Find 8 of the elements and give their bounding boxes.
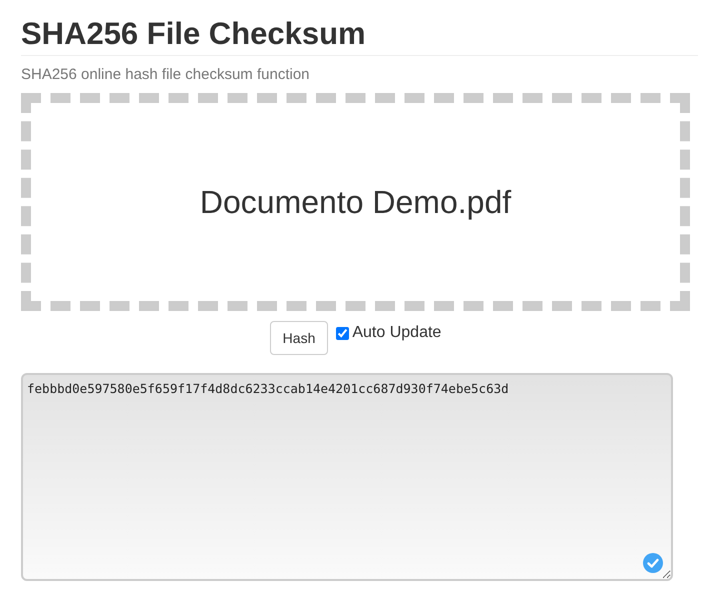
hash-output-field[interactable]: febbbd0e597580e5f659f17f4d8dc6233ccab14e4201cc687d930f74ebe5c63d (21, 373, 673, 581)
file-name: Documento Demo.pdf (200, 184, 512, 220)
file-drop-zone[interactable]: Documento Demo.pdf (21, 93, 690, 311)
auto-update-label: Auto Update (352, 324, 442, 342)
auto-update-checkbox[interactable] (336, 326, 350, 340)
hash-button[interactable]: Hash (270, 321, 328, 355)
page-title: SHA256 File Checksum (21, 14, 698, 56)
subtitle: SHA256 online hash file checksum function (21, 66, 311, 84)
